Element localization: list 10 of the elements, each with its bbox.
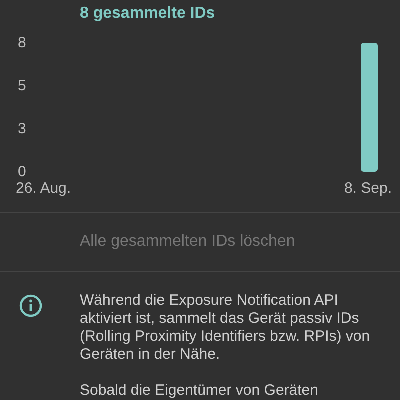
x-axis-label: 26. Aug. [16, 180, 72, 197]
y-tick-label: 0 [18, 163, 26, 180]
y-tick-label: 3 [18, 120, 26, 138]
info-paragraph: Sobald die Eigentümer von Geräten [80, 382, 320, 400]
y-tick-label: 8 [18, 36, 26, 52]
ids-count-title: 8 gesammelte IDs [80, 5, 216, 22]
info-icon [19, 294, 43, 318]
x-axis-label: 8. Sep. [344, 180, 392, 197]
info-paragraph: Während die Exposure Notification API aktiviert ist, sammelt das Gerät passiv IDs (Rolling Proximity Identifiers bzw. RPIs) von Geräten in der Nähe. [80, 292, 372, 364]
y-tick-label: 5 [18, 77, 26, 94]
